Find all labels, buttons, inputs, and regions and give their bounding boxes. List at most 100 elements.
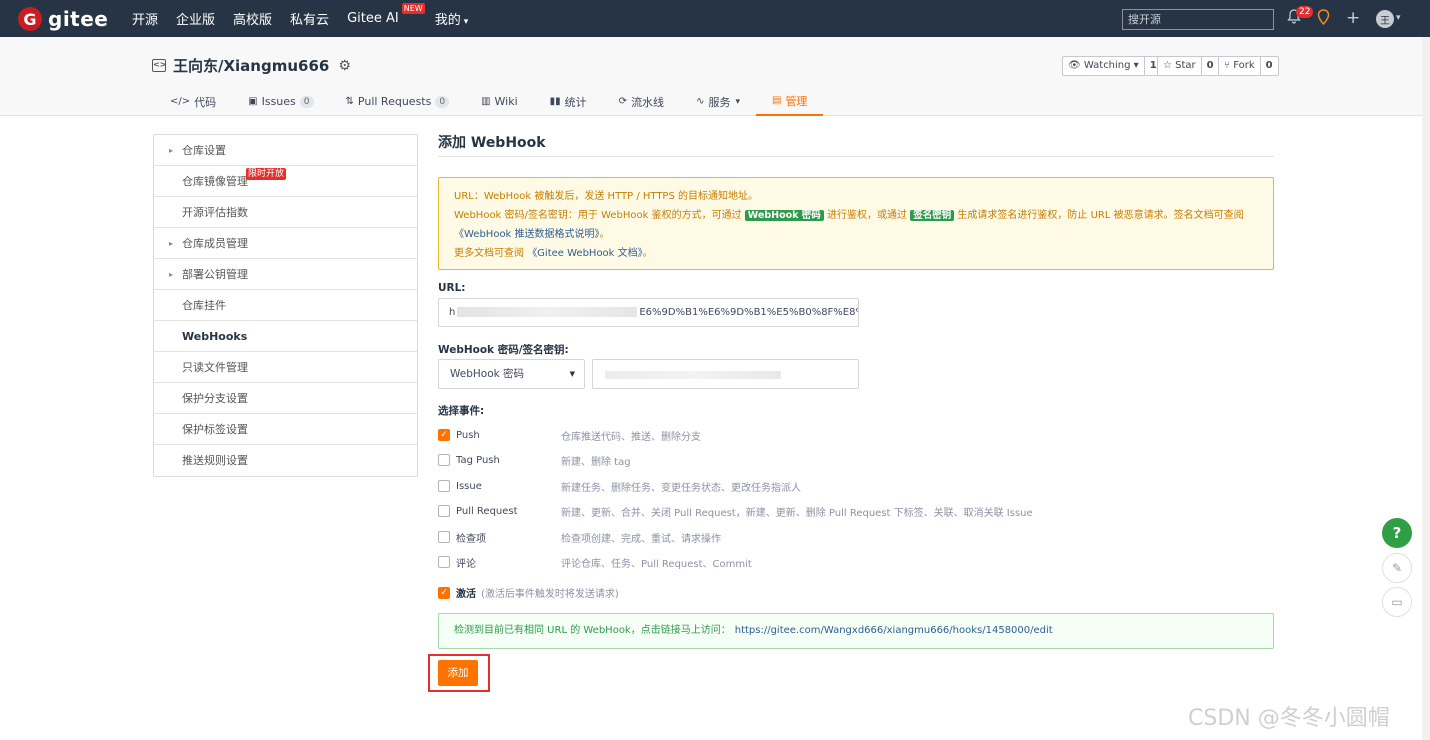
- tip-text: 进行鉴权，或通过: [827, 210, 907, 221]
- checkbox-activate[interactable]: ✓: [438, 586, 450, 599]
- gitee-webhook-doc-link[interactable]: 《Gitee WebHook 文档》: [527, 248, 642, 259]
- stats-icon: ▮▮: [549, 96, 561, 107]
- add-webhook-button[interactable]: 添加: [438, 660, 478, 686]
- notification-badge: 22: [1296, 6, 1314, 18]
- push-format-doc-link[interactable]: 《WebHook 推送数据格式说明》: [454, 229, 600, 240]
- url-input[interactable]: h E6%9D%B1%E6%9D%B1%E5%B0%8F%E8%: [438, 298, 859, 327]
- event-row-comment[interactable]: 评论 评论仓库、任务、Pull Request、Commit: [438, 553, 752, 571]
- nav-link-gitee-ai[interactable]: Gitee AI NEW: [347, 3, 425, 26]
- nav-link-enterprise[interactable]: 企业版: [176, 9, 215, 28]
- tab-issues-count: 0: [299, 95, 314, 108]
- location-pin-icon[interactable]: [1317, 9, 1330, 29]
- tab-stats[interactable]: ▮▮ 统计: [534, 87, 603, 116]
- avatar[interactable]: 王: [1376, 10, 1394, 28]
- event-row-push[interactable]: ✓ Push 仓库推送代码、推送、删除分支: [438, 426, 701, 444]
- tip-text: 更多文档可查阅: [454, 248, 524, 259]
- sidebar-item-deploy-keys[interactable]: ▸ 部署公钥管理: [154, 259, 417, 290]
- event-row-tag-push[interactable]: Tag Push 新建、删除 tag: [438, 451, 631, 469]
- sidebar-item-protected-branches[interactable]: 保护分支设置: [154, 383, 417, 414]
- event-desc: 新建任务、删除任务、变更任务状态、更改任务指派人: [561, 482, 801, 494]
- pull-request-icon: ⇅: [345, 96, 354, 107]
- checkbox-issue[interactable]: [438, 480, 450, 492]
- checkbox-pull-request[interactable]: [438, 505, 450, 517]
- nav-link-private-cloud[interactable]: 私有云: [290, 9, 329, 28]
- chevron-down-icon: ▾: [463, 17, 469, 27]
- tab-pull-requests[interactable]: ⇅ Pull Requests 0: [330, 87, 466, 116]
- secret-input[interactable]: [592, 359, 859, 389]
- event-name: 检查项: [456, 533, 486, 545]
- tab-pipeline[interactable]: ⟳ 流水线: [603, 87, 680, 116]
- checkbox-check[interactable]: [438, 531, 450, 543]
- checkbox-tag-push[interactable]: [438, 454, 450, 466]
- page-title: 添加 WebHook: [438, 130, 1274, 157]
- webhook-form: 添加 WebHook URL：WebHook 被触发后，发送 HTTP / HT…: [428, 130, 1274, 692]
- tab-pull-requests-count: 0: [435, 95, 450, 108]
- nav-link-open-source[interactable]: 开源: [132, 9, 158, 28]
- service-icon: ∿: [696, 96, 705, 107]
- watch-button[interactable]: 👁 Watching ▾ 1: [1062, 56, 1163, 76]
- chat-icon[interactable]: ▭: [1382, 587, 1412, 617]
- activate-row[interactable]: ✓ 激活 (激活后事件触发时将发送请求): [438, 585, 619, 600]
- tab-pull-requests-label: Pull Requests: [357, 95, 432, 108]
- sidebar-item-oss-index[interactable]: 开源评估指数: [154, 197, 417, 228]
- sidebar-item-repo-settings[interactable]: ▸ 仓库设置: [154, 135, 417, 166]
- tab-manage[interactable]: ▤ 管理: [755, 87, 824, 116]
- sidebar-item-readonly-files[interactable]: 只读文件管理: [154, 352, 417, 383]
- tip-text: WebHook 密码/签名密钥：用于 WebHook 鉴权的方式，可通过: [454, 210, 742, 221]
- project-tabs: </> 代码 ▣ Issues 0 ⇅ Pull Requests 0 ▥ Wiki ▮▮ 统…: [154, 87, 824, 116]
- tab-issues[interactable]: ▣ Issues 0: [232, 87, 329, 116]
- event-desc: 仓库推送代码、推送、删除分支: [561, 431, 701, 443]
- scrollbar[interactable]: [1422, 37, 1430, 740]
- sidebar-item-widgets[interactable]: 仓库挂件: [154, 290, 417, 321]
- event-name: Pull Request: [456, 505, 518, 517]
- nav-link-education[interactable]: 高校版: [233, 9, 272, 28]
- tips-box: URL：WebHook 被触发后，发送 HTTP / HTTPS 的目标通知地址…: [438, 177, 1274, 270]
- event-row-issue[interactable]: Issue 新建任务、删除任务、变更任务状态、更改任务指派人: [438, 477, 801, 495]
- webhook-password-badge: WebHook 密码: [744, 210, 824, 221]
- sidebar-item-mirror[interactable]: 仓库镜像管理 限时开放: [154, 166, 417, 197]
- project-header: <> 王向东/Xiangmu666 ⚙ 👁 Watching ▾ 1 ☆ Sta…: [0, 37, 1430, 116]
- gitee-logo[interactable]: G gitee: [18, 7, 108, 31]
- event-desc: 新建、删除 tag: [561, 456, 631, 468]
- tab-service[interactable]: ∿ 服务 ▾: [680, 87, 756, 116]
- checkbox-push[interactable]: ✓: [438, 429, 450, 441]
- edit-icon[interactable]: ✎: [1382, 553, 1412, 583]
- tab-wiki[interactable]: ▥ Wiki: [465, 87, 534, 116]
- tip-secret: WebHook 密码/签名密钥：用于 WebHook 鉴权的方式，可通过 Web…: [454, 206, 1258, 244]
- sidebar-item-protected-tags[interactable]: 保护标签设置: [154, 414, 417, 445]
- url-value: E6%9D%B1%E6%9D%B1%E5%B0%8F%E8%: [639, 307, 859, 318]
- tab-service-label: 服务: [708, 95, 731, 109]
- nav-link-mine[interactable]: 我的 ▾: [435, 9, 469, 28]
- wiki-icon: ▥: [481, 96, 491, 107]
- plus-icon[interactable]: +: [1346, 9, 1360, 27]
- project-title-link[interactable]: 王向东/Xiangmu666: [173, 55, 329, 76]
- fork-button[interactable]: ⑂ Fork 0: [1218, 56, 1279, 76]
- sidebar-item-push-rules[interactable]: 推送规则设置: [154, 445, 417, 476]
- watermark: CSDN @冬冬小圆帽: [1188, 706, 1390, 731]
- star-button[interactable]: ☆ Star 0: [1157, 56, 1220, 76]
- avatar-chevron-down-icon[interactable]: ▾: [1396, 9, 1401, 27]
- checkbox-comment[interactable]: [438, 556, 450, 568]
- search-input[interactable]: 搜开源: [1122, 9, 1274, 30]
- manage-icon: ▤: [771, 95, 782, 106]
- event-row-pull-request[interactable]: Pull Request 新建、更新、合并、关闭 Pull Request，新建、…: [438, 502, 1033, 520]
- event-row-check[interactable]: 检查项 检查项创建、完成、重试、请求操作: [438, 528, 721, 546]
- event-name: 评论: [456, 558, 476, 570]
- sidebar-item-label: WebHooks: [182, 330, 248, 343]
- activate-hint: (激活后事件触发时将发送请求): [481, 589, 619, 600]
- top-navbar: G gitee 开源 企业版 高校版 私有云 Gitee AI NEW 我的 ▾ 搜…: [0, 0, 1430, 37]
- event-name: Tag Push: [456, 454, 500, 466]
- expand-arrow-icon: ▸: [169, 239, 174, 248]
- sidebar-item-label: 只读文件管理: [182, 361, 248, 374]
- help-button[interactable]: ?: [1382, 518, 1412, 548]
- nav-link-mine-label: 我的: [434, 13, 461, 28]
- url-prefix: h: [449, 307, 456, 318]
- gitee-logo-text: gitee: [48, 7, 109, 31]
- secret-type-select[interactable]: WebHook 密码 ▼: [438, 359, 585, 389]
- tip-text: 。: [642, 248, 653, 259]
- tab-code[interactable]: </> 代码: [154, 87, 232, 116]
- sidebar-item-webhooks[interactable]: WebHooks: [154, 321, 417, 352]
- fork-count: 0: [1265, 60, 1273, 71]
- sidebar-item-members[interactable]: ▸ 仓库成员管理: [154, 228, 417, 259]
- existing-webhook-link[interactable]: https://gitee.com/Wangxd666/xiangmu666/h…: [735, 625, 1053, 636]
